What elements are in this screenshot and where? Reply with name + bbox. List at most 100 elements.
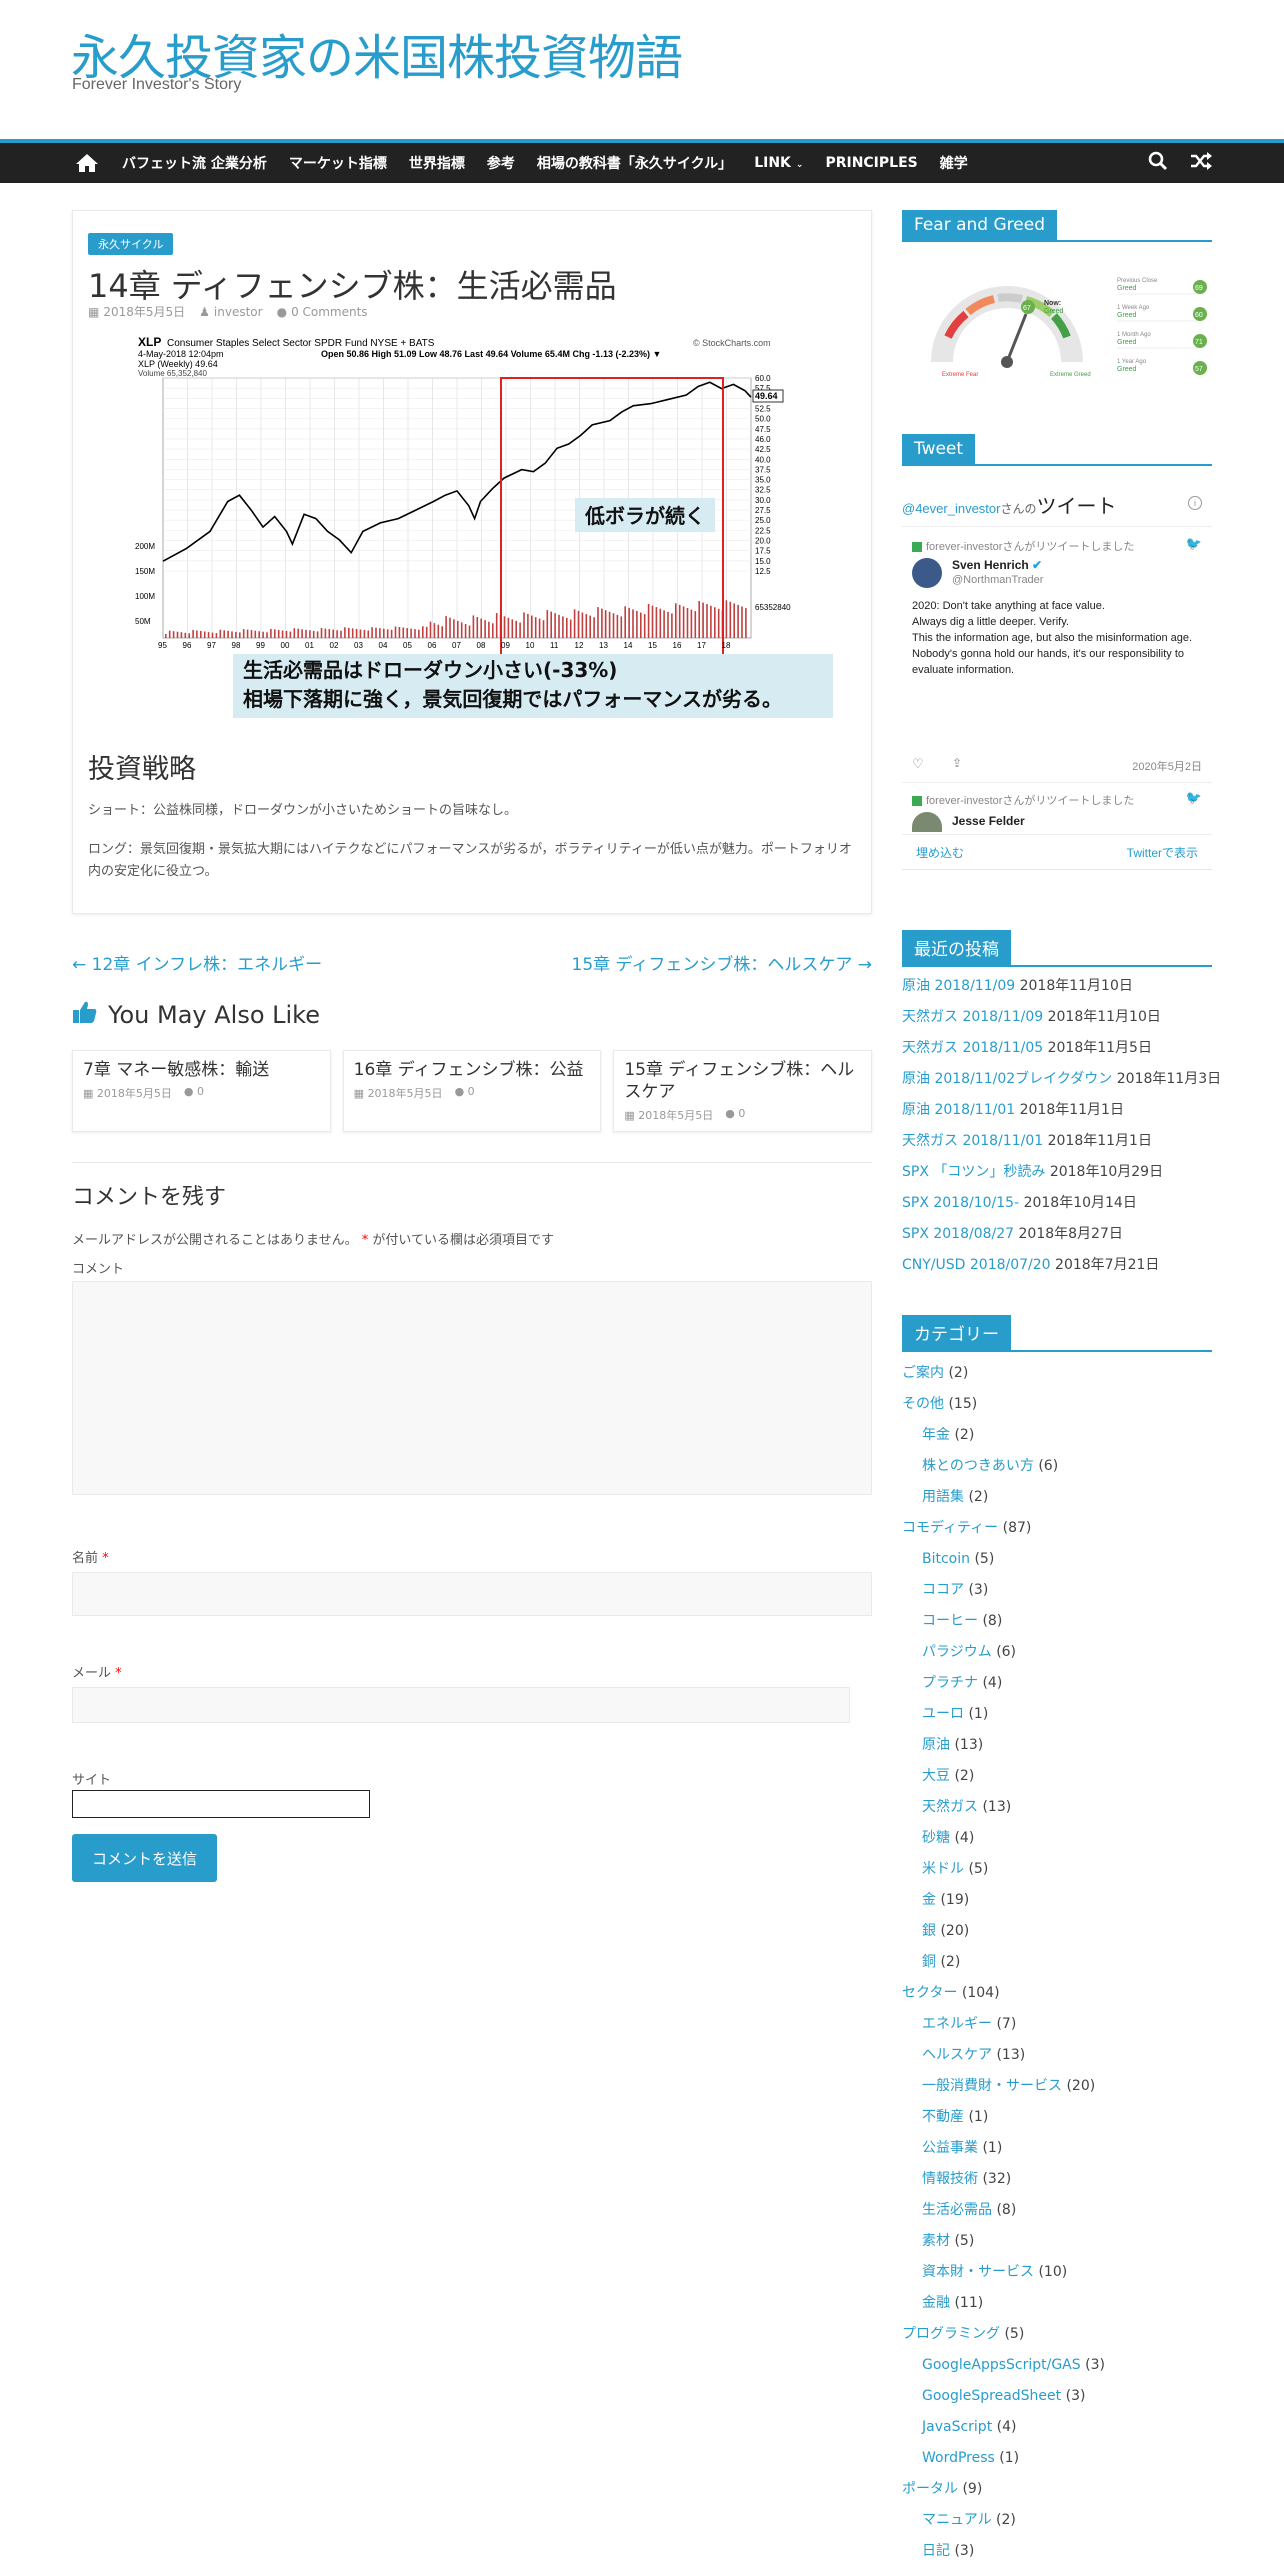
recent-post-link[interactable]: 原油 2018/11/01 [902,1102,1015,1118]
category-link[interactable]: エネルギー [922,2016,992,2032]
nav-item-textbook[interactable]: 相場の教科書「永久サイクル」 [537,153,732,173]
category-item: ココア (3) [902,1575,1212,1606]
recent-post-link[interactable]: SPX 2018/08/27 [902,1226,1014,1242]
category-link[interactable]: Bitcoin [922,1551,970,1567]
tweet-handle-link[interactable]: @4ever_investor [902,501,1000,516]
category-link[interactable]: 素材 [922,2233,950,2249]
category-link[interactable]: コーヒー [922,1613,978,1629]
tweet-date[interactable]: 2020年5月2日 [1132,758,1202,774]
info-icon[interactable]: i [1188,496,1202,510]
prev-post-link[interactable]: ← 12章 インフレ株：エネルギー [72,950,322,975]
category-link[interactable]: セクター [902,1985,957,2001]
nav-item-trivia[interactable]: 雑学 [940,153,968,173]
chart-volume-bar [503,616,506,638]
tweet-user-handle[interactable]: @NorthmanTrader [952,574,1043,586]
category-link[interactable]: 株とのつきあい方 [922,1458,1034,1474]
category-link[interactable]: 用語集 [922,1489,964,1505]
category-link[interactable]: マニュアル [922,2512,992,2528]
category-link[interactable]: JavaScript [922,2419,992,2435]
category-link[interactable]: 金融 [922,2295,950,2311]
category-link[interactable]: ユーロ [922,1706,964,1722]
category-link[interactable]: その他 [902,1396,944,1412]
avatar[interactable] [912,558,942,588]
twitter-bird-icon[interactable]: 🐦 [1186,790,1202,806]
category-link[interactable]: ココア [922,1582,964,1598]
category-link[interactable]: 大豆 [922,1768,950,1784]
name-input[interactable] [72,1572,872,1616]
category-link[interactable]: プログラミング [902,2326,1000,2342]
category-link[interactable]: WordPress [922,2450,995,2466]
category-link[interactable]: 銅 [922,1954,936,1970]
category-link[interactable]: 原油 [922,1737,950,1753]
category-link[interactable]: 生活必需品 [922,2202,992,2218]
category-link[interactable]: 資本財・サービス [922,2264,1034,2280]
category-link[interactable]: 公益事業 [922,2140,978,2156]
category-link[interactable]: ヘルスケア [922,2047,992,2063]
tweet-user-name[interactable]: Jesse Felder [952,814,1025,828]
post-date[interactable]: ▦ 2018年5月5日 [88,303,185,320]
category-link[interactable]: 情報技術 [922,2171,978,2187]
category-link[interactable]: GoogleSpreadSheet [922,2388,1061,2404]
category-link[interactable]: 年金 [922,1427,950,1443]
chart-volume-bar [671,613,673,638]
recent-post-link[interactable]: 原油 2018/11/09 [902,978,1015,994]
related-card[interactable]: 15章 ディフェンシブ株：ヘルスケア ▦ 2018年5月5日 ● 0 [613,1050,873,1132]
recent-post-link[interactable]: SPX 「コツン」秒読み [902,1164,1045,1180]
random-post-icon[interactable] [1190,152,1212,174]
category-link[interactable]: 金 [922,1892,936,1908]
category-tag[interactable]: 永久サイクル [88,233,174,255]
category-link[interactable]: 砂糖 [922,1830,950,1846]
like-icon[interactable]: ♡ [912,756,924,772]
search-icon[interactable] [1148,151,1168,175]
comment-textarea[interactable] [72,1281,872,1495]
recent-post-link[interactable]: 天然ガス 2018/11/09 [902,1009,1043,1025]
category-link[interactable]: 天然ガス [922,1799,978,1815]
category-link[interactable]: ご案内 [902,1365,944,1381]
related-card-title[interactable]: 16章 ディフェンシブ株：公益 [354,1059,591,1081]
recent-post-link[interactable]: 天然ガス 2018/11/01 [902,1133,1043,1149]
nav-item-market[interactable]: マーケット指標 [289,153,387,173]
main-nav: バフェット流 企業分析 マーケット指標 世界指標 参考 相場の教科書「永久サイク… [0,143,1284,183]
recent-post-link[interactable]: 原油 2018/11/02ブレイクダウン [902,1071,1112,1087]
next-post-link[interactable]: 15章 ディフェンシブ株：ヘルスケア → [572,950,873,975]
post-comments[interactable]: ● 0 Comments [277,303,368,320]
related-card[interactable]: 16章 ディフェンシブ株：公益 ▦ 2018年5月5日 ● 0 [342,1050,602,1132]
tweet-user-name[interactable]: Sven Henrich ✔ [952,558,1042,572]
related-card-title[interactable]: 7章 マネー敏感株：輸送 [83,1059,320,1081]
section-heading: 投資戦略 [88,754,196,785]
category-link[interactable]: 不動産 [922,2109,964,2125]
home-icon[interactable] [72,143,102,183]
chart-volume-bar [203,631,206,638]
view-on-twitter-link[interactable]: Twitterで表示 [1127,844,1198,861]
name-label: 名前 * [72,1547,872,1566]
nav-item-world[interactable]: 世界指標 [409,153,465,173]
category-link[interactable]: GoogleAppsScript/GAS [922,2357,1081,2373]
category-link[interactable]: パラジウム [922,1644,992,1660]
related-card[interactable]: 7章 マネー敏感株：輸送 ▦ 2018年5月5日 ● 0 [72,1050,331,1132]
nav-item-reference[interactable]: 参考 [487,153,515,173]
avatar[interactable] [912,812,942,832]
share-icon[interactable]: ⇪ [952,756,962,770]
category-link[interactable]: 一般消費財・サービス [922,2078,1062,2094]
category-link[interactable]: 米ドル [922,1861,964,1877]
recent-post-link[interactable]: CNY/USD 2018/07/20 [902,1257,1051,1273]
tweet-timeline[interactable]: @4ever_investorさんのツイート i forever-investo… [902,466,1212,870]
email-input[interactable] [72,1687,850,1723]
category-link[interactable]: ポータル [902,2481,958,2497]
nav-item-link[interactable]: LINK ⌄ [754,155,803,171]
recent-post-link[interactable]: SPX 2018/10/15- [902,1195,1019,1211]
category-link[interactable]: コモディティー [902,1520,998,1536]
post-author[interactable]: ♟ investor [199,303,262,320]
submit-comment-button[interactable]: コメントを送信 [72,1834,218,1882]
related-card-title[interactable]: 15章 ディフェンシブ株：ヘルスケア [624,1059,861,1103]
nav-item-buffett[interactable]: バフェット流 企業分析 [122,153,267,173]
category-link[interactable]: 日記 [922,2543,950,2559]
twitter-bird-icon[interactable]: 🐦 [1186,536,1202,552]
category-count: (3) [954,2543,975,2559]
site-input[interactable] [72,1790,370,1818]
recent-post-link[interactable]: 天然ガス 2018/11/05 [902,1040,1043,1056]
category-link[interactable]: 銀 [922,1923,936,1939]
category-link[interactable]: プラチナ [922,1675,978,1691]
nav-item-principles[interactable]: PRINCIPLES [825,155,917,171]
embed-link[interactable]: 埋め込む [916,844,964,861]
